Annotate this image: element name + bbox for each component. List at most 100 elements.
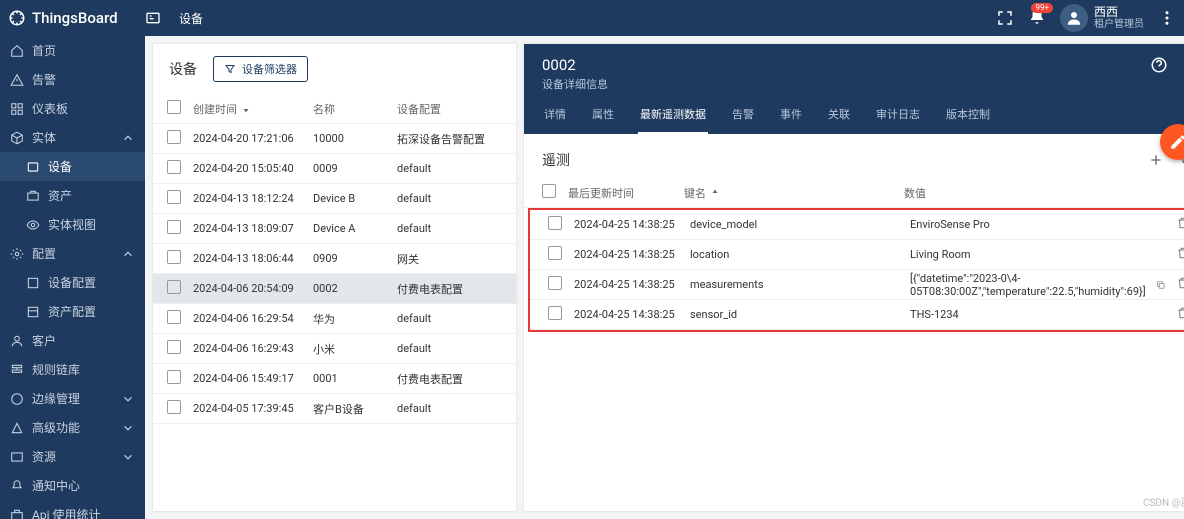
table-row[interactable]: 2024-04-20 17:21:0610000拓深设备告警配置 bbox=[153, 124, 516, 154]
plus-icon[interactable] bbox=[1148, 152, 1164, 168]
row-checkbox[interactable] bbox=[167, 400, 181, 414]
row-checkbox[interactable] bbox=[167, 190, 181, 204]
telemetry-highlight: 2024-04-25 14:38:25device_modelEnviroSen… bbox=[528, 208, 1184, 332]
col-name-header[interactable]: 名称 bbox=[313, 101, 397, 117]
tab-0[interactable]: 详情 bbox=[542, 106, 568, 134]
notifications-button[interactable]: 99+ bbox=[1028, 8, 1046, 29]
tel-value: THS-1234 bbox=[910, 308, 1166, 321]
tab-7[interactable]: 版本控制 bbox=[944, 106, 992, 134]
row-time: 2024-04-06 16:29:54 bbox=[193, 312, 313, 325]
telemetry-title: 遥测 bbox=[542, 150, 1132, 170]
sidebar-item-16[interactable]: Api 使用统计 bbox=[0, 500, 145, 519]
row-name: 客户B设备 bbox=[313, 401, 397, 417]
sidebar-item-1[interactable]: 告警 bbox=[0, 65, 145, 94]
brand-text: ThingsBoard bbox=[32, 9, 118, 27]
tcol-key[interactable]: 键名 bbox=[684, 185, 904, 201]
delete-icon[interactable] bbox=[1176, 276, 1184, 290]
sidebar-label: Api 使用统计 bbox=[32, 506, 100, 519]
telemetry-select-all[interactable] bbox=[542, 184, 556, 198]
tab-6[interactable]: 审计日志 bbox=[874, 106, 922, 134]
sidebar-label: 仪表板 bbox=[32, 100, 68, 117]
delete-icon[interactable] bbox=[1176, 306, 1184, 320]
select-all-checkbox[interactable] bbox=[167, 100, 181, 114]
row-checkbox[interactable] bbox=[167, 310, 181, 324]
tcol-time[interactable]: 最后更新时间 bbox=[568, 185, 684, 201]
sidebar: 首页告警仪表板实体设备资产实体视图配置设备配置资产配置客户规则链库边缘管理高级功… bbox=[0, 36, 145, 519]
sidebar-item-7[interactable]: 配置 bbox=[0, 239, 145, 268]
sidebar-item-8[interactable]: 设备配置 bbox=[0, 268, 145, 297]
sidebar-item-2[interactable]: 仪表板 bbox=[0, 94, 145, 123]
telemetry-row[interactable]: 2024-04-25 14:38:25sensor_idTHS-1234 bbox=[530, 300, 1184, 330]
row-checkbox[interactable] bbox=[167, 250, 181, 264]
row-time: 2024-04-06 15:49:17 bbox=[193, 372, 313, 385]
more-vert-icon[interactable] bbox=[1158, 9, 1176, 27]
row-checkbox[interactable] bbox=[167, 340, 181, 354]
table-row[interactable]: 2024-04-13 18:12:24Device Bdefault bbox=[153, 184, 516, 214]
sidebar-item-3[interactable]: 实体 bbox=[0, 123, 145, 152]
table-row[interactable]: 2024-04-06 16:29:43小米default bbox=[153, 334, 516, 364]
table-row[interactable]: 2024-04-20 15:05:400009default bbox=[153, 154, 516, 184]
sidebar-label: 规则链库 bbox=[32, 361, 80, 378]
chevron-down-icon bbox=[121, 421, 135, 435]
tab-4[interactable]: 事件 bbox=[778, 106, 804, 134]
tcol-val[interactable]: 数值 bbox=[904, 185, 1172, 201]
filter-icon bbox=[224, 63, 236, 75]
table-row[interactable]: 2024-04-06 20:54:090002付费电表配置 bbox=[153, 274, 516, 304]
help-icon[interactable] bbox=[1150, 56, 1168, 74]
sidebar-item-13[interactable]: 高级功能 bbox=[0, 413, 145, 442]
filter-label: 设备筛选器 bbox=[242, 61, 297, 77]
sidebar-item-6[interactable]: 实体视图 bbox=[0, 210, 145, 239]
telemetry-row[interactable]: 2024-04-25 14:38:25device_modelEnviroSen… bbox=[530, 210, 1184, 240]
tel-row-checkbox[interactable] bbox=[548, 306, 562, 320]
table-row[interactable]: 2024-04-06 16:29:54华为default bbox=[153, 304, 516, 334]
sidebar-label: 实体视图 bbox=[48, 216, 96, 233]
row-checkbox[interactable] bbox=[167, 130, 181, 144]
filter-button[interactable]: 设备筛选器 bbox=[213, 56, 308, 82]
chevron-down-icon bbox=[121, 392, 135, 406]
row-checkbox[interactable] bbox=[167, 370, 181, 384]
delete-icon[interactable] bbox=[1176, 246, 1184, 260]
tab-3[interactable]: 告警 bbox=[730, 106, 756, 134]
sidebar-item-12[interactable]: 边缘管理 bbox=[0, 384, 145, 413]
row-time: 2024-04-20 17:21:06 bbox=[193, 132, 313, 145]
bell-icon bbox=[10, 479, 24, 493]
table-row[interactable]: 2024-04-05 17:39:45客户B设备default bbox=[153, 394, 516, 424]
chevron-down-icon bbox=[121, 450, 135, 464]
fullscreen-icon[interactable] bbox=[996, 9, 1014, 27]
sidebar-item-9[interactable]: 资产配置 bbox=[0, 297, 145, 326]
sidebar-item-0[interactable]: 首页 bbox=[0, 36, 145, 65]
sidebar-item-4[interactable]: 设备 bbox=[0, 152, 145, 181]
row-time: 2024-04-06 20:54:09 bbox=[193, 282, 313, 295]
tel-row-checkbox[interactable] bbox=[548, 246, 562, 260]
telemetry-row[interactable]: 2024-04-25 14:38:25locationLiving Room bbox=[530, 240, 1184, 270]
tel-row-checkbox[interactable] bbox=[548, 276, 562, 290]
row-checkbox[interactable] bbox=[167, 160, 181, 174]
sidebar-item-15[interactable]: 通知中心 bbox=[0, 471, 145, 500]
copy-icon[interactable] bbox=[1156, 278, 1166, 292]
sidebar-item-10[interactable]: 客户 bbox=[0, 326, 145, 355]
tab-1[interactable]: 属性 bbox=[590, 106, 616, 134]
col-time-header[interactable]: 创建时间 bbox=[193, 101, 313, 117]
logo-icon bbox=[8, 9, 26, 27]
user-menu[interactable]: 西西 租户管理员 bbox=[1060, 4, 1144, 32]
sidebar-label: 通知中心 bbox=[32, 477, 80, 494]
tel-row-checkbox[interactable] bbox=[548, 216, 562, 230]
row-checkbox[interactable] bbox=[167, 280, 181, 294]
row-checkbox[interactable] bbox=[167, 220, 181, 234]
brand[interactable]: ThingsBoard bbox=[8, 9, 145, 27]
res-icon bbox=[10, 450, 24, 464]
sidebar-item-11[interactable]: 规则链库 bbox=[0, 355, 145, 384]
sidebar-item-14[interactable]: 资源 bbox=[0, 442, 145, 471]
table-row[interactable]: 2024-04-06 15:49:170001付费电表配置 bbox=[153, 364, 516, 394]
telemetry-row[interactable]: 2024-04-25 14:38:25measurements[{"dateti… bbox=[530, 270, 1184, 300]
table-row[interactable]: 2024-04-13 18:06:440909网关 bbox=[153, 244, 516, 274]
sidebar-item-5[interactable]: 资产 bbox=[0, 181, 145, 210]
tab-2[interactable]: 最新遥测数据 bbox=[638, 106, 708, 134]
col-profile-header[interactable]: 设备配置 bbox=[397, 101, 502, 117]
tel-value: Living Room bbox=[910, 248, 1166, 261]
table-row[interactable]: 2024-04-13 18:09:07Device Adefault bbox=[153, 214, 516, 244]
user-role: 租户管理员 bbox=[1094, 19, 1144, 31]
delete-icon[interactable] bbox=[1176, 216, 1184, 230]
user-text: 西西 租户管理员 bbox=[1094, 5, 1144, 31]
tab-5[interactable]: 关联 bbox=[826, 106, 852, 134]
